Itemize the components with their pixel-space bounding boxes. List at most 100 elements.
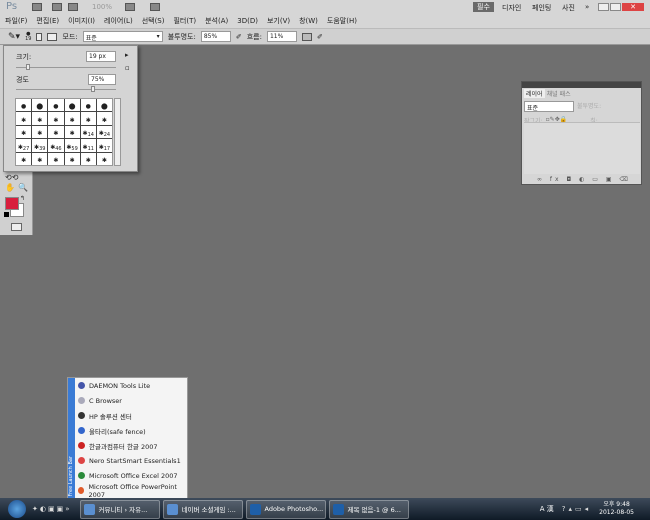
brush-tool-preset-icon[interactable]: ✎▾	[8, 32, 20, 42]
brush-preset[interactable]: ✱ 39	[32, 139, 48, 152]
tab-paths[interactable]: 패스	[560, 89, 571, 98]
bridge-icon[interactable]	[32, 3, 42, 11]
close-button[interactable]: ✕	[622, 3, 644, 11]
brush-preset[interactable]: ✱ 46	[48, 139, 64, 152]
launch-item[interactable]: Microsoft Office Excel 2007	[68, 468, 187, 483]
brush-grid-scrollbar[interactable]	[114, 98, 121, 166]
restore-button[interactable]	[610, 3, 621, 11]
launch-item[interactable]: HP 솔루션 센터	[68, 408, 187, 423]
launch-item[interactable]: DAEMON Tools Lite	[68, 378, 187, 393]
brush-preset[interactable]: ✱	[96, 152, 112, 165]
minimize-button[interactable]	[598, 3, 609, 11]
brush-preset[interactable]: ✱	[64, 125, 80, 139]
tray-icons[interactable]: ?▴▭◂	[562, 505, 591, 513]
blend-mode-select[interactable]: 표준	[524, 101, 574, 112]
opacity-field[interactable]: 85%	[200, 31, 231, 42]
taskbar-button[interactable]: Adobe Photosho...	[246, 499, 327, 519]
brush-preset[interactable]: ✱	[80, 112, 96, 125]
flow-field[interactable]: 11%	[266, 31, 297, 42]
layer-action-icons[interactable]: ∞ fx ◘ ◐ ▭ ▣ ⌫	[537, 176, 631, 183]
airbrush-pressure-icon[interactable]: ✐	[236, 33, 242, 41]
brush-preset[interactable]: ⬤	[96, 99, 112, 112]
workspace-essentials[interactable]: 필수	[473, 2, 494, 12]
brush-preset[interactable]: ✱	[32, 125, 48, 139]
size-slider[interactable]	[16, 64, 116, 70]
brush-preset[interactable]: ✱	[48, 152, 64, 165]
mini-bridge-icon[interactable]	[52, 3, 62, 11]
workspace-photography[interactable]: 사진	[562, 3, 575, 13]
hardness-slider-thumb[interactable]	[91, 86, 95, 92]
menu-help[interactable]: 도움말(H)	[327, 16, 357, 26]
size-field[interactable]: 19 px	[86, 51, 116, 62]
screen-mode-icon[interactable]	[150, 3, 160, 11]
swap-colors-icon[interactable]: ↰	[20, 195, 25, 202]
menu-layer[interactable]: 레이어(L)	[104, 16, 133, 26]
menu-view[interactable]: 보기(V)	[267, 16, 290, 26]
launch-item[interactable]: Microsoft Office PowerPoint 2007	[68, 483, 187, 499]
brush-preset[interactable]: ✱	[48, 112, 64, 125]
brush-preset[interactable]: ✱ 17	[96, 139, 112, 152]
menu-window[interactable]: 창(W)	[299, 16, 318, 26]
launch-item[interactable]: Nero StartSmart Essentials1	[68, 453, 187, 468]
launch-item[interactable]: 한글과컴퓨터 한글 2007	[68, 438, 187, 453]
quick-launch-icons[interactable]: ✦◐▣▣»	[32, 505, 71, 513]
airbrush-icon[interactable]	[301, 32, 312, 41]
launch-item[interactable]: C Browser	[68, 393, 187, 408]
tab-channels[interactable]: 채널	[547, 89, 558, 98]
brush-preset[interactable]: ✱ 24	[96, 125, 112, 139]
hardness-slider[interactable]	[16, 86, 116, 92]
popup-menu-icon[interactable]: ▸	[125, 51, 129, 59]
brush-preset[interactable]: ●	[48, 99, 64, 112]
brush-preset[interactable]: ●	[16, 99, 32, 112]
clock[interactable]: 오후 9:48 2012-08-05	[599, 501, 634, 517]
brush-preset[interactable]: ✱	[48, 125, 64, 139]
brush-preset[interactable]: ⬤	[32, 99, 48, 112]
brush-preset[interactable]: ✱ 59	[64, 139, 80, 152]
mode-select[interactable]: 표준 ▾	[82, 31, 163, 42]
brush-preset[interactable]: ✱	[80, 152, 96, 165]
brush-preset[interactable]: ✱	[32, 152, 48, 165]
workspace-design[interactable]: 디자인	[502, 3, 521, 13]
brush-size-picker[interactable]: ● 19	[25, 31, 31, 42]
zoom-tool-icon[interactable]: 🔍	[18, 183, 28, 192]
zoom-level[interactable]: 100%	[92, 3, 112, 11]
brush-preset[interactable]: ✱ 11	[80, 139, 96, 152]
quick-mask-icon[interactable]	[11, 223, 22, 231]
arrange-documents-icon[interactable]	[125, 3, 135, 11]
ime-indicator[interactable]: A 漢	[540, 504, 554, 514]
brush-preset[interactable]: ✱ 14	[80, 125, 96, 139]
taskbar-button[interactable]: 네이버 소셜게임 :...	[163, 499, 244, 519]
brush-picker-dropdown[interactable]	[36, 32, 43, 41]
brush-preset[interactable]: ●	[80, 99, 96, 112]
brush-preset[interactable]: ✱ 27	[16, 139, 32, 152]
view-extras-icon[interactable]	[68, 3, 78, 11]
tab-layers[interactable]: 레이어	[524, 89, 545, 98]
menu-analysis[interactable]: 분석(A)	[205, 16, 228, 26]
new-preset-icon[interactable]: ▫	[125, 64, 130, 72]
lasso-icons[interactable]: ⟲⟲	[5, 173, 18, 182]
brush-panel-toggle-icon[interactable]	[47, 32, 58, 41]
taskbar-button[interactable]: 제목 없음-1 @ 6...	[329, 499, 410, 519]
brush-preset[interactable]: ✱	[16, 112, 32, 125]
foreground-color-swatch[interactable]	[5, 197, 19, 210]
menu-3d[interactable]: 3D(D)	[237, 17, 258, 25]
menu-edit[interactable]: 편집(E)	[36, 16, 59, 26]
taskbar-button[interactable]: 커뮤니티 › 자유...	[80, 499, 161, 519]
menu-select[interactable]: 선택(S)	[142, 16, 165, 26]
hand-tool-icon[interactable]: ✋	[5, 183, 15, 192]
menu-filter[interactable]: 필터(T)	[173, 16, 196, 26]
default-colors-icon[interactable]	[4, 212, 9, 217]
brush-preset[interactable]: ✱	[16, 125, 32, 139]
tablet-pressure-icon[interactable]: ✐	[317, 33, 323, 41]
hardness-field[interactable]: 75%	[88, 74, 116, 85]
brush-preset[interactable]: ✱	[64, 112, 80, 125]
brush-preset[interactable]: ✱	[96, 112, 112, 125]
launch-item[interactable]: 울타리(safe fence)	[68, 423, 187, 438]
workspace-painting[interactable]: 페인팅	[532, 3, 551, 13]
size-slider-thumb[interactable]	[26, 64, 30, 70]
brush-preset[interactable]: ⬤	[64, 99, 80, 112]
menu-image[interactable]: 이미지(I)	[68, 16, 95, 26]
start-button[interactable]	[8, 500, 26, 518]
brush-preset[interactable]: ✱	[32, 112, 48, 125]
more-workspaces-button[interactable]: »	[585, 3, 589, 11]
